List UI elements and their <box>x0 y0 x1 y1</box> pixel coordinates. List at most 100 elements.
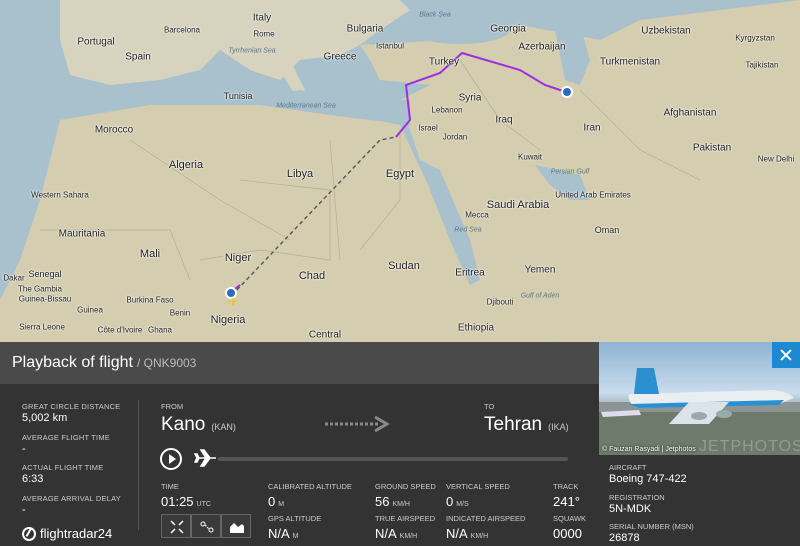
map-label: Algeria <box>168 159 204 171</box>
map-label: Eritrea <box>455 267 485 279</box>
distance-label: GREAT CIRCLE DISTANCE <box>22 402 121 411</box>
actual-time-label: ACTUAL FLIGHT TIME <box>22 463 104 472</box>
map-label: Pakistan <box>692 142 732 154</box>
to-city-name: Tehran <box>484 414 543 435</box>
map-label: Afghanistan <box>663 107 717 119</box>
actual-time-value: 6:33 <box>22 473 44 485</box>
aircraft-marker-icon[interactable]: ✈ <box>228 295 238 309</box>
map-label: Mecca <box>465 210 489 220</box>
track-value: 241° <box>553 494 580 509</box>
map-label: Red Sea <box>454 226 482 234</box>
msn-value: 26878 <box>609 532 640 544</box>
map-label: Tajikistan <box>745 60 779 70</box>
gps-alt-unit: M <box>292 533 299 540</box>
indicated-airspeed-value: N/A KM/H <box>446 526 488 541</box>
gs-number: 56 <box>375 494 390 509</box>
photo-credit[interactable]: © Fauzan Rasyadi | Jetphotos <box>602 446 696 453</box>
map-label: Mali <box>139 248 161 260</box>
from-label: FROM <box>161 402 184 411</box>
map-label: Bulgaria <box>346 23 384 35</box>
route-view-button[interactable] <box>191 514 221 538</box>
map-label: Tunisia <box>223 91 253 101</box>
map-label: Persian Gulf <box>550 168 590 176</box>
aircraft-type-label: AIRCRAFT <box>609 463 647 472</box>
flightradar24-logo[interactable]: flightradar24 <box>22 526 112 541</box>
map-label: Burkina Faso <box>126 295 174 305</box>
tas-number: N/A <box>375 526 397 541</box>
gps-alt-value: N/A M <box>268 526 299 541</box>
aircraft-type-value: Boeing 747-422 <box>609 473 687 485</box>
map-label: Morocco <box>94 124 134 136</box>
avg-delay-label: AVERAGE ARRIVAL DELAY <box>22 494 121 503</box>
from-city: Kano (KAN) <box>161 414 236 436</box>
true-airspeed-label: TRUE AIRSPEED <box>375 514 436 523</box>
column-divider <box>138 400 139 530</box>
ground-speed-label: GROUND SPEED <box>375 482 436 491</box>
map-label: Istanbul <box>375 41 405 51</box>
map-label: Guinea-Bissau <box>18 294 72 304</box>
ias-number: N/A <box>446 526 468 541</box>
true-airspeed-value: N/A KM/H <box>375 526 417 541</box>
map-label: Ethiopia <box>457 322 495 334</box>
map-label: Djibouti <box>486 297 514 307</box>
map-label: Libya <box>286 168 314 180</box>
map-label: Turkey <box>428 56 460 68</box>
map-label: Nigeria <box>210 314 246 326</box>
title-text: Playback of flight <box>12 354 133 371</box>
map-label: Sierra Leone <box>19 322 65 332</box>
registration-label: REGISTRATION <box>609 493 665 502</box>
map-label: Tyrrhenian Sea <box>228 47 276 55</box>
map-label: United Arab Emirates <box>555 190 631 200</box>
squawk-label: SQUAWK <box>553 514 587 523</box>
chart-icon <box>230 523 244 533</box>
vs-unit: M/S <box>456 501 469 508</box>
map-label: Kyrgyzstan <box>735 33 775 43</box>
time-label: TIME <box>161 482 179 491</box>
jetphotos-watermark: JETPHOTOS.NET <box>699 438 800 455</box>
map-label: Azerbaijan <box>518 41 566 53</box>
map-label: Oman <box>594 225 620 235</box>
ground-speed-value: 56 KM/H <box>375 494 410 509</box>
gps-alt-number: N/A <box>268 526 290 541</box>
map-label: Syria <box>458 92 482 104</box>
map-label: Greece <box>323 51 357 63</box>
play-button[interactable] <box>160 448 182 470</box>
cal-alt-unit: M <box>278 501 285 508</box>
avg-time-value: - <box>22 443 26 455</box>
map-label: Central <box>308 329 342 341</box>
vertical-speed-value: 0 M/S <box>446 494 469 509</box>
aircraft-panel: JETPHOTOS.NET © Fauzan Rasyadi | Jetphot… <box>599 342 800 546</box>
squawk-value: 0000 <box>553 526 582 541</box>
map-label: Spain <box>125 51 151 63</box>
time-unit: UTC <box>196 501 211 508</box>
map-label: Iran <box>583 122 601 134</box>
flight-map[interactable]: ✈ Italy Portugal Spain Barcelona Rome Ty… <box>0 0 800 342</box>
aircraft-photo[interactable]: JETPHOTOS.NET © Fauzan Rasyadi | Jetphot… <box>599 342 800 455</box>
expand-view-button[interactable] <box>161 514 191 538</box>
map-label: Sudan <box>388 260 420 272</box>
airplane-icon <box>194 449 216 467</box>
close-button[interactable] <box>772 342 800 368</box>
map-label: Georgia <box>490 23 526 35</box>
logo-text: flightradar24 <box>40 526 113 541</box>
map-label: Niger <box>224 252 252 264</box>
destination-marker[interactable] <box>561 86 573 98</box>
altitude-graph-button[interactable] <box>221 514 251 538</box>
vertical-speed-label: VERTICAL SPEED <box>446 482 510 491</box>
map-label: Dakar <box>3 273 25 283</box>
to-code: (IKA) <box>548 422 569 432</box>
flight-number: QNK9003 <box>143 356 197 370</box>
map-label: Chad <box>298 270 326 282</box>
panel-title: Playback of flight / QNK9003 <box>12 354 196 372</box>
avg-delay-value: - <box>22 504 26 516</box>
map-label: Mauritania <box>58 228 106 240</box>
gs-unit: KM/H <box>392 501 410 508</box>
msn-label: SERIAL NUMBER (MSN) <box>609 522 694 531</box>
map-label: Uzbekistan <box>641 25 691 37</box>
indicated-airspeed-label: INDICATED AIRSPEED <box>446 514 526 523</box>
map-label: Gulf of Aden <box>520 292 560 300</box>
to-label: TO <box>484 402 495 411</box>
map-label: Benin <box>169 308 191 318</box>
map-label: Egypt <box>385 168 415 180</box>
playback-timeline[interactable] <box>218 457 568 461</box>
